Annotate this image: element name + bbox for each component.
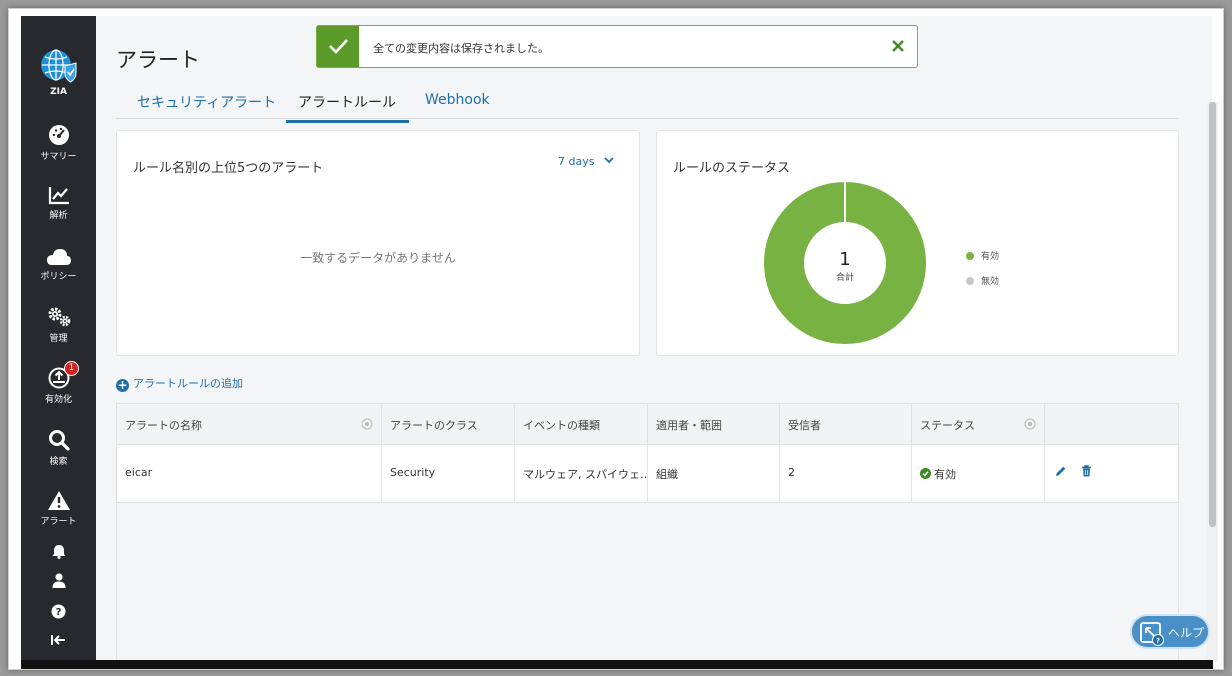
notifications-button[interactable] <box>21 544 96 559</box>
column-header-name[interactable]: アラートの名称 <box>117 404 382 445</box>
column-header-scope: 適用者・範囲 <box>648 404 780 445</box>
cloud-icon <box>46 249 71 265</box>
cell-actions <box>1045 445 1179 502</box>
zia-logo[interactable]: ZIA <box>21 48 96 97</box>
sidebar-item-search[interactable]: 検索 <box>21 429 96 467</box>
sidebar-item-policy[interactable]: ポリシー <box>21 248 96 282</box>
cell-event-type: マルウェア, スパイウェ… <box>515 445 648 502</box>
legend-label: 有効 <box>981 252 1000 262</box>
status-label: 有効 <box>934 468 956 481</box>
cell-status: 有効 <box>912 445 1045 502</box>
rule-status-card: ルールのステータス 1 合計 有効 無効 <box>656 130 1179 356</box>
legend-swatch <box>966 252 974 260</box>
help-expand-icon: ? <box>1140 622 1164 646</box>
user-profile-button[interactable] <box>21 573 96 588</box>
donut-total-value: 1 <box>839 249 850 270</box>
notification-badge: 1 <box>64 361 79 376</box>
check-icon <box>329 39 348 54</box>
column-header-class: アラートのクラス <box>382 404 515 445</box>
search-icon <box>48 430 70 451</box>
svg-text:?: ? <box>56 607 62 618</box>
sidebar-item-analytics[interactable]: 解析 <box>21 185 96 221</box>
gears-icon <box>48 307 70 327</box>
column-header-event-type: イベントの種類 <box>515 404 648 445</box>
main-content: アラート 全ての変更内容は保存されました。 セキュリティアラート アラートルール… <box>96 16 1212 668</box>
legend-swatch <box>966 277 974 285</box>
table-header: アラートの名称 アラートのクラス イベントの種類 適用者・範囲 受信者 ステータ… <box>117 404 1178 445</box>
sort-icon[interactable] <box>1024 418 1036 430</box>
tab-alert-rules[interactable]: アラートルール <box>286 92 409 123</box>
card-title: ルールのステータス <box>673 161 791 176</box>
bell-icon <box>52 545 65 559</box>
sidebar-item-label: サマリー <box>40 152 77 162</box>
status-donut-chart: 1合計 <box>764 182 926 344</box>
sidebar-item-activation[interactable]: 1 有効化 <box>21 361 96 405</box>
chevron-down-icon <box>604 157 614 164</box>
close-icon <box>892 40 904 52</box>
alert-icon <box>47 491 70 510</box>
tab-webhook[interactable]: Webhook <box>425 92 490 116</box>
legend-item-enabled: 有効 <box>966 249 999 262</box>
add-alert-rule-button[interactable]: + アラートルールの追加 <box>116 375 243 392</box>
sidebar-item-label: 管理 <box>49 334 68 344</box>
card-title: ルール名別の上位5つのアラート <box>133 161 324 176</box>
legend-item-disabled: 無効 <box>966 274 999 287</box>
cell-class: Security <box>382 445 515 502</box>
toast-message: 全ての変更内容は保存されました。 <box>373 42 549 55</box>
no-data-message: 一致するデータがありません <box>300 251 456 265</box>
help-button[interactable]: ? ヘルプ <box>1130 614 1210 649</box>
collapse-icon <box>51 635 65 645</box>
check-circle-icon <box>920 468 931 479</box>
toast-close-button[interactable] <box>891 38 905 57</box>
column-header-status[interactable]: ステータス <box>912 404 1045 445</box>
tab-bar: セキュリティアラート アラートルール Webhook <box>116 82 1178 123</box>
sidebar-item-admin[interactable]: 管理 <box>21 306 96 344</box>
donut-total-label: 合計 <box>836 271 854 283</box>
column-header-actions <box>1045 404 1179 445</box>
alert-rules-table: アラートの名称 アラートのクラス イベントの種類 適用者・範囲 受信者 ステータ… <box>116 403 1179 668</box>
user-icon <box>52 573 65 588</box>
vertical-scrollbar[interactable] <box>1207 102 1218 662</box>
table-row[interactable]: eicar Security マルウェア, スパイウェ… 組織 2 有効 <box>117 445 1178 503</box>
page-title: アラート <box>116 48 200 72</box>
cell-scope: 組織 <box>648 445 780 502</box>
globe-shield-icon <box>40 49 76 83</box>
success-toast: 全ての変更内容は保存されました。 <box>316 25 918 68</box>
sidebar: ZIA サマリー 解析 ポリシー 管理 1 有効化 検索 アラート ? <box>21 16 96 661</box>
sidebar-item-label: ポリシー <box>40 272 77 282</box>
cell-name: eicar <box>117 445 382 502</box>
dashboard-icon <box>48 125 69 145</box>
plus-icon: + <box>116 378 129 392</box>
tab-security-alerts[interactable]: セキュリティアラート <box>137 92 276 120</box>
analytics-icon <box>48 187 69 205</box>
edit-icon[interactable] <box>1055 465 1067 477</box>
legend-label: 無効 <box>981 277 1000 287</box>
help-icon-button[interactable]: ? <box>21 604 96 619</box>
bottom-bar <box>21 660 1213 669</box>
top-alerts-card: ルール名別の上位5つのアラート 7 days 一致するデータがありません <box>116 130 640 356</box>
period-value: 7 days <box>558 155 595 168</box>
svg-text:?: ? <box>1156 637 1160 645</box>
collapse-sidebar-button[interactable] <box>21 634 96 646</box>
sidebar-item-label: 有効化 <box>44 395 72 405</box>
sidebar-item-label: 検索 <box>49 457 68 467</box>
delete-icon[interactable] <box>1081 465 1092 477</box>
scrollbar-thumb[interactable] <box>1209 102 1216 527</box>
column-header-recipients: 受信者 <box>780 404 912 445</box>
period-dropdown[interactable]: 7 days <box>558 155 615 168</box>
toast-check-area <box>317 26 359 67</box>
question-icon: ? <box>51 604 66 619</box>
cell-recipients: 2 <box>780 445 912 502</box>
brand-label: ZIA <box>50 87 67 97</box>
sidebar-item-label: 解析 <box>49 211 68 221</box>
sidebar-item-label: アラート <box>40 517 77 527</box>
add-rule-label: アラートルールの追加 <box>133 377 243 390</box>
sort-icon[interactable] <box>361 418 373 430</box>
help-label: ヘルプ <box>1168 626 1205 640</box>
app-window: ZIA サマリー 解析 ポリシー 管理 1 有効化 検索 アラート ? アラート… <box>8 8 1224 670</box>
sidebar-item-alerts[interactable]: アラート <box>21 490 96 527</box>
sidebar-item-summary[interactable]: サマリー <box>21 124 96 162</box>
